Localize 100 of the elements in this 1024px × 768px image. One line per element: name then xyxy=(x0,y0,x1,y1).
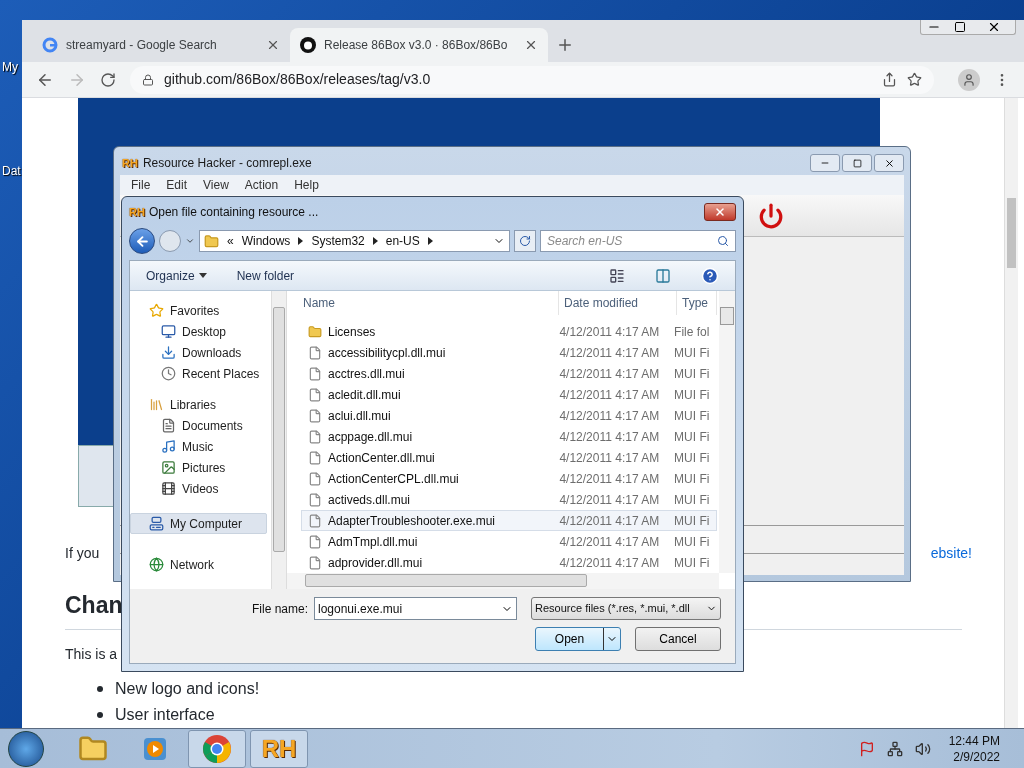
file-icon xyxy=(308,366,322,381)
nav-item[interactable]: Recent Places xyxy=(130,363,267,384)
close-button[interactable] xyxy=(704,203,736,221)
file-type: MUI Fi xyxy=(674,512,711,530)
app-logo: RH xyxy=(122,157,138,169)
nav-item[interactable]: Downloads xyxy=(130,342,267,363)
nav-item[interactable]: My Computer xyxy=(130,513,267,534)
lock-icon xyxy=(142,73,154,86)
website-link[interactable]: ebsite! xyxy=(930,543,972,564)
new-tab-icon[interactable] xyxy=(556,36,574,54)
file-row[interactable]: aclui.dll.mui 4/12/2011 4:17 AM MUI Fi xyxy=(301,405,717,426)
window-title: Resource Hacker - comrepl.exe xyxy=(142,155,313,172)
organize-menu[interactable]: Organize xyxy=(146,266,207,285)
file-row[interactable]: acctres.dll.mui 4/12/2011 4:17 AM MUI Fi xyxy=(301,363,717,384)
nav-item[interactable]: Documents xyxy=(130,415,267,436)
monitor-icon xyxy=(161,324,176,339)
maximize-button[interactable] xyxy=(842,154,872,172)
file-name-field[interactable]: logonui.exe.mui xyxy=(314,597,517,620)
file-row[interactable]: AdmTmpl.dll.mui 4/12/2011 4:17 AM MUI Fi xyxy=(301,531,717,552)
breadcrumb-item[interactable]: en-US xyxy=(385,232,420,250)
file-name: adprovider.dll.mui xyxy=(328,554,423,572)
network-icon[interactable] xyxy=(886,740,903,757)
close-button[interactable] xyxy=(874,154,904,172)
nav-item[interactable]: Pictures xyxy=(130,457,267,478)
file-type: MUI Fi xyxy=(674,386,711,404)
back-button[interactable] xyxy=(129,228,155,254)
share-icon[interactable] xyxy=(882,72,897,87)
reload-icon[interactable] xyxy=(100,71,116,88)
profile-avatar[interactable] xyxy=(958,68,980,91)
close-tab-icon[interactable] xyxy=(524,38,538,52)
breadcrumb-bar[interactable]: « Windows System32 en-US xyxy=(199,230,510,252)
page-text: This is a xyxy=(65,644,119,664)
menu-item[interactable]: View xyxy=(200,176,232,194)
file-name: accessibilitycpl.dll.mui xyxy=(328,344,446,362)
file-date: 4/12/2011 4:17 AM xyxy=(559,344,661,362)
start-button[interactable] xyxy=(8,730,44,767)
desktop-icon-label[interactable]: Dat xyxy=(2,162,21,180)
browser-tab[interactable]: streamyard - Google Search xyxy=(32,28,290,62)
file-row[interactable]: accessibilitycpl.dll.mui 4/12/2011 4:17 AM MUI Fi xyxy=(301,342,717,363)
file-row[interactable]: adprovider.dll.mui 4/12/2011 4:17 AM MUI Fi xyxy=(301,552,717,573)
dropdown-triangle-icon xyxy=(198,273,207,278)
file-row[interactable]: Licenses 4/12/2011 4:17 AM File fol xyxy=(301,321,717,342)
list-item: User interface xyxy=(115,704,215,725)
file-name: acctres.dll.mui xyxy=(328,365,405,383)
file-row[interactable]: AdapterTroubleshooter.exe.mui 4/12/2011 4:17 AM MUI Fi xyxy=(301,510,717,531)
file-type-dropdown[interactable]: Resource files (*.res, *.mui, *.dll xyxy=(531,597,721,620)
bookmark-star-icon[interactable] xyxy=(907,72,922,87)
menu-item[interactable]: Edit xyxy=(163,176,191,194)
app-logo: RH xyxy=(129,206,145,218)
document-icon xyxy=(161,418,176,433)
search-field[interactable]: Search en-US xyxy=(540,230,736,252)
nav-item[interactable]: Favorites xyxy=(130,300,267,321)
cancel-button[interactable]: Cancel xyxy=(635,627,721,651)
library-icon xyxy=(149,397,164,412)
preview-pane-icon[interactable] xyxy=(655,267,671,284)
file-date: 4/12/2011 4:17 AM xyxy=(559,533,661,551)
search-icon xyxy=(717,235,729,247)
file-row[interactable]: activeds.dll.mui 4/12/2011 4:17 AM MUI Fi xyxy=(301,489,717,510)
column-header[interactable]: Type xyxy=(677,291,717,315)
file-type: MUI Fi xyxy=(674,533,711,551)
clock[interactable]: 12:44 PM 2/9/2022 xyxy=(948,732,1000,765)
view-options-icon[interactable] xyxy=(609,267,625,284)
menu-item[interactable]: Action xyxy=(241,176,282,194)
menu-item[interactable]: Help xyxy=(291,176,322,194)
window-fragment xyxy=(78,445,114,507)
menu-item[interactable]: File xyxy=(128,176,154,194)
breadcrumb-item[interactable]: System32 xyxy=(311,232,365,250)
open-button[interactable]: Open xyxy=(535,627,621,651)
flag-icon[interactable] xyxy=(858,740,875,757)
music-note-icon xyxy=(161,439,176,454)
breadcrumb-item[interactable]: Windows xyxy=(241,232,291,250)
nav-item[interactable]: Desktop xyxy=(130,321,267,342)
file-icon xyxy=(308,471,322,486)
close-tab-icon[interactable] xyxy=(266,38,280,52)
nav-item[interactable]: Network xyxy=(130,554,267,575)
nav-item[interactable]: Libraries xyxy=(130,394,267,415)
column-header[interactable]: Date modified xyxy=(559,291,677,315)
file-row[interactable]: ActionCenterCPL.dll.mui 4/12/2011 4:17 AM MUI Fi xyxy=(301,468,717,489)
nav-item[interactable]: Music xyxy=(130,436,267,457)
taskbar-button[interactable] xyxy=(188,729,246,768)
file-name: ActionCenter.dll.mui xyxy=(328,449,435,467)
file-type: MUI Fi xyxy=(674,407,711,425)
file-row[interactable]: ActionCenter.dll.mui 4/12/2011 4:17 AM MUI Fi xyxy=(301,447,717,468)
new-folder-button[interactable]: New folder xyxy=(236,266,295,285)
triangle-right-icon xyxy=(372,237,378,245)
browser-tab[interactable]: Release 86Box v3.0 · 86Box/86Bo xyxy=(290,28,548,62)
desktop-icon-label[interactable]: My xyxy=(2,58,18,76)
column-header[interactable]: Name xyxy=(287,291,559,315)
film-icon xyxy=(161,481,176,496)
minimize-button[interactable] xyxy=(810,154,840,172)
triangle-right-icon xyxy=(298,237,304,245)
refresh-button[interactable] xyxy=(514,230,536,252)
history-dropdown-icon[interactable] xyxy=(185,236,195,246)
volume-icon[interactable] xyxy=(914,740,931,757)
file-row[interactable]: acppage.dll.mui 4/12/2011 4:17 AM MUI Fi xyxy=(301,426,717,447)
address-bar[interactable]: github.com/86Box/86Box/releases/tag/v3.0 xyxy=(130,65,934,94)
nav-item[interactable]: Videos xyxy=(130,478,267,499)
power-icon[interactable] xyxy=(758,202,784,229)
file-row[interactable]: acledit.dll.mui 4/12/2011 4:17 AM MUI Fi xyxy=(301,384,717,405)
help-icon[interactable] xyxy=(701,266,719,285)
